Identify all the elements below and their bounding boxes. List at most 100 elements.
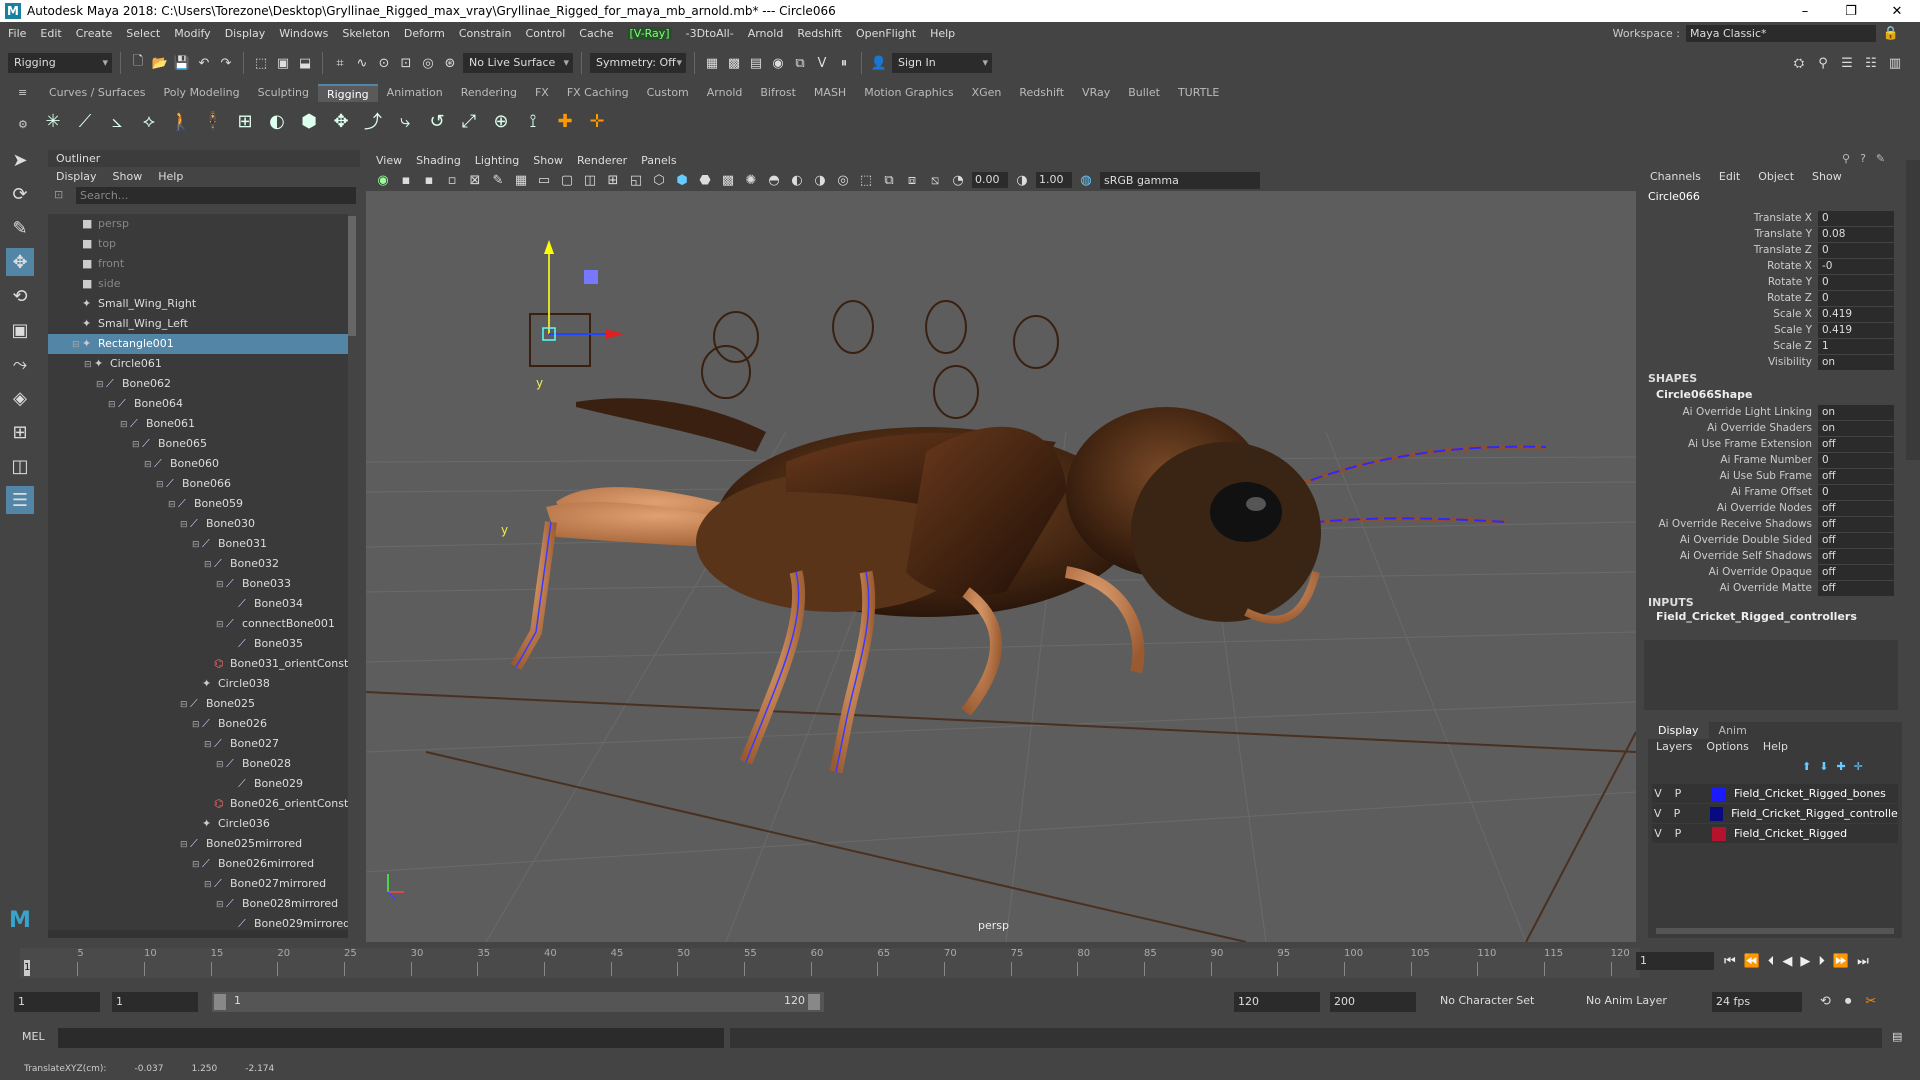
color-management-icon[interactable]: ◍ [1077, 171, 1095, 189]
step-back-frame-icon[interactable]: ⏴ [1768, 954, 1775, 969]
expand-toggle-icon[interactable]: ⊟ [180, 515, 190, 535]
menu-create[interactable]: Create [76, 27, 113, 40]
attr-value-field[interactable]: 0.419 [1818, 306, 1894, 322]
expand-toggle-icon[interactable]: ⊟ [192, 715, 202, 735]
expand-toggle-icon[interactable]: ⊟ [192, 855, 202, 875]
cluster-icon[interactable]: ✥ [328, 108, 354, 134]
channel-attr-row[interactable]: Ai Frame Offset 0 [1644, 484, 1899, 500]
move-tool-icon[interactable]: ✥ [6, 248, 34, 276]
auto-key-icon[interactable]: ⏺ [1845, 994, 1852, 1009]
channel-box-icon[interactable]: ▥ [1886, 54, 1904, 72]
render-settings-icon[interactable]: ▤ [747, 54, 765, 72]
display-layer-row[interactable]: V P Field_Cricket_Rigged_controllers [1652, 804, 1898, 823]
pause-icon[interactable]: ⏸ [835, 54, 853, 72]
tab-bifrost[interactable]: Bifrost [751, 84, 805, 102]
tab-redshift[interactable]: Redshift [1010, 84, 1073, 102]
outliner-row[interactable]: ⊟ ✦ Rectangle001 [48, 334, 348, 354]
menu-control[interactable]: Control [526, 27, 566, 40]
new-layer-selected-icon[interactable]: ✛ [1854, 760, 1863, 773]
outliner-row[interactable]: ✦ Circle038 [48, 674, 348, 694]
workspace-dropdown[interactable]: Maya Classic* [1686, 24, 1876, 42]
expand-toggle-icon[interactable]: ⊟ [192, 535, 202, 555]
redo-icon[interactable]: ↷ [217, 54, 235, 72]
expand-toggle-icon[interactable]: ⊟ [216, 895, 226, 915]
quick-rig-icon[interactable]: 🚶 [168, 108, 194, 134]
2d-pan-icon[interactable]: ⊠ [466, 171, 484, 189]
snap-live-icon[interactable]: ⊛ [441, 54, 459, 72]
menu-edit[interactable]: Edit [40, 27, 61, 40]
move-layer-down-icon[interactable]: ⬇ [1819, 760, 1828, 773]
paint-weights-icon[interactable]: ◐ [264, 108, 290, 134]
select-hierarchy-icon[interactable]: ⬚ [252, 54, 270, 72]
channel-attr-row[interactable]: Ai Override Receive Shadows off [1644, 516, 1899, 532]
channel-attr-row[interactable]: Visibility on [1644, 354, 1899, 370]
outliner-row[interactable]: ⊟ ⟋ Bone028mirrored [48, 894, 348, 914]
layer-playback-toggle[interactable]: P [1671, 807, 1682, 820]
expand-toggle-icon[interactable]: ⊟ [204, 555, 214, 575]
outliner-row[interactable]: ✦ Small_Wing_Right [48, 294, 348, 314]
resolution-gate-icon[interactable]: ▢ [558, 171, 576, 189]
tab-turtle[interactable]: TURTLE [1169, 84, 1228, 102]
snap-grid-icon[interactable]: ⌗ [331, 54, 349, 72]
layer-menu-layers[interactable]: Layers [1656, 740, 1692, 753]
expand-toggle-icon[interactable]: ⊟ [108, 395, 118, 415]
outliner-row[interactable]: ✦ Small_Wing_Left [48, 314, 348, 334]
outliner-menu-help[interactable]: Help [158, 170, 183, 183]
outliner-row[interactable]: ⊟ ⟋ Bone031 [48, 534, 348, 554]
attr-value-field[interactable]: on [1818, 354, 1894, 370]
outliner-row[interactable]: ⊟ ✦ Circle061 [48, 354, 348, 374]
undo-icon[interactable]: ↶ [195, 54, 213, 72]
attr-value-field[interactable]: 0 [1818, 452, 1894, 468]
tab-anim-layers[interactable]: Anim [1709, 722, 1757, 739]
gamma-field[interactable]: 1.00 [1036, 172, 1072, 188]
menu-file[interactable]: File [8, 27, 26, 40]
cb-menu-channels[interactable]: Channels [1650, 170, 1701, 183]
modeling-toolkit-icon[interactable]: ⛭ [1790, 54, 1808, 72]
cb-menu-object[interactable]: Object [1758, 170, 1794, 183]
expand-toggle-icon[interactable]: ⊟ [120, 415, 130, 435]
cb-menu-show[interactable]: Show [1812, 170, 1842, 183]
expand-toggle-icon[interactable]: ⊟ [96, 375, 106, 395]
channel-attr-row[interactable]: Rotate Z 0 [1644, 290, 1899, 306]
attr-value-field[interactable]: off [1818, 532, 1894, 548]
attr-value-field[interactable]: -0 [1818, 258, 1894, 274]
layer-scrollbar[interactable] [1656, 928, 1894, 934]
outliner-scrollbar[interactable] [348, 216, 356, 336]
scene-start-field[interactable]: 1 [14, 992, 100, 1012]
expand-toggle-icon[interactable]: ⊟ [180, 695, 190, 715]
xray-joints-icon[interactable]: ⧈ [903, 171, 921, 189]
outliner-row[interactable]: ⟋ Bone029mirrored [48, 914, 348, 930]
snap-surface-icon[interactable]: ◎ [419, 54, 437, 72]
exposure-field[interactable]: 0.00 [972, 172, 1008, 188]
outliner-search-input[interactable]: Search... [76, 187, 356, 204]
tab-vray[interactable]: VRay [1073, 84, 1119, 102]
orient-constraint-icon[interactable]: ↺ [424, 108, 450, 134]
channel-attr-row[interactable]: Ai Frame Number 0 [1644, 452, 1899, 468]
x-axis-arrow[interactable] [606, 329, 624, 339]
menu-select[interactable]: Select [126, 27, 160, 40]
tab-arnold[interactable]: Arnold [698, 84, 752, 102]
channel-attr-row[interactable]: Translate Y 0.08 [1644, 226, 1899, 242]
step-forward-key-icon[interactable]: ⏩ [1833, 954, 1849, 969]
aim-constraint-icon[interactable]: ⊕ [488, 108, 514, 134]
attr-value-field[interactable]: on [1818, 420, 1894, 436]
attr-value-field[interactable]: 0.08 [1818, 226, 1894, 242]
fps-dropdown[interactable]: 24 fps [1712, 992, 1802, 1012]
move-layer-up-icon[interactable]: ⬆ [1802, 760, 1811, 773]
attr-value-field[interactable]: off [1818, 436, 1894, 452]
outliner-row[interactable]: ⊟ ⟋ Bone061 [48, 414, 348, 434]
bind-skin-icon[interactable]: ⊞ [232, 108, 258, 134]
channel-attr-row[interactable]: Rotate Y 0 [1644, 274, 1899, 290]
ipr-render-icon[interactable]: ▩ [725, 54, 743, 72]
tab-mash[interactable]: MASH [805, 84, 855, 102]
menu-constrain[interactable]: Constrain [459, 27, 512, 40]
render-icon[interactable]: ▦ [703, 54, 721, 72]
attr-value-field[interactable]: off [1818, 500, 1894, 516]
shadows-icon[interactable]: ◓ [765, 171, 783, 189]
last-tool-icon[interactable]: ⤳ [6, 350, 34, 378]
attr-value-field[interactable]: 1 [1818, 338, 1894, 354]
attr-value-field[interactable]: off [1818, 548, 1894, 564]
safe-action-icon[interactable]: ◱ [627, 171, 645, 189]
field-chart-icon[interactable]: ⊞ [604, 171, 622, 189]
parent-constraint-icon[interactable]: ⤴ [360, 108, 386, 134]
